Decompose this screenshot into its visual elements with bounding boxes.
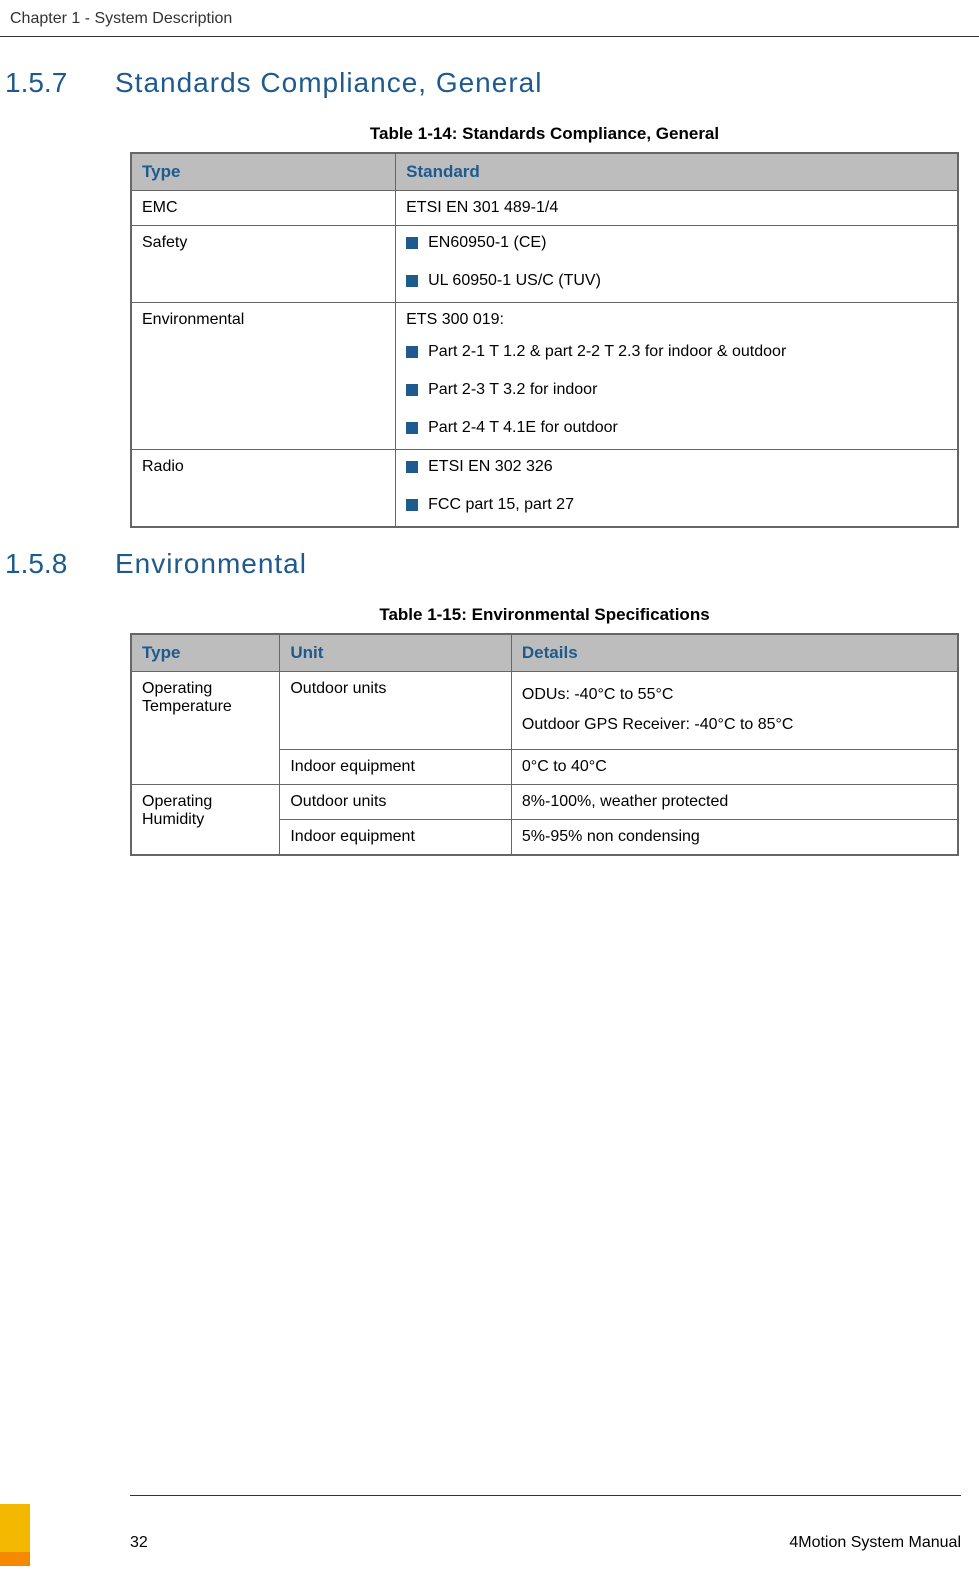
detail-line: Outdoor GPS Receiver: -40°C to 85°C (522, 710, 947, 740)
section-title: Standards Compliance, General (115, 67, 542, 99)
cell-unit: Outdoor units (280, 784, 512, 819)
cell-details: 8%-100%, weather protected (511, 784, 958, 819)
list-item: Part 2-4 T 4.1E for outdoor (406, 419, 947, 437)
cell-unit: Outdoor units (280, 672, 512, 750)
footer-rule (130, 1495, 961, 1496)
section-heading-158: 1.5.8 Environmental (0, 548, 959, 580)
table-row: Type Standard (131, 153, 958, 191)
cell-standard: EN60950-1 (CE) UL 60950-1 US/C (TUV) (396, 226, 958, 303)
list-item: Part 2-1 T 1.2 & part 2-2 T 2.3 for indo… (406, 343, 947, 361)
chapter-title: Chapter 1 - System Description (10, 10, 959, 28)
orange-accent (0, 1552, 30, 1566)
intro-text: ETS 300 019: (406, 311, 947, 329)
manual-name: 4Motion System Manual (789, 1534, 961, 1566)
cell-standard: ETSI EN 301 489-1/4 (396, 191, 958, 226)
table-header-details: Details (511, 634, 958, 672)
cell-type: EMC (131, 191, 396, 226)
table-row: Operating Humidity Outdoor units 8%-100%… (131, 784, 958, 819)
cell-type: Operating Humidity (131, 784, 280, 855)
table-row: Environmental ETS 300 019: Part 2-1 T 1.… (131, 303, 958, 450)
table-15: Type Unit Details Operating Temperature … (130, 633, 959, 856)
section-title: Environmental (115, 548, 307, 580)
cell-details: ODUs: -40°C to 55°C Outdoor GPS Receiver… (511, 672, 958, 750)
cell-details: 0°C to 40°C (511, 749, 958, 784)
cell-details: 5%-95% non condensing (511, 819, 958, 855)
table-header-type: Type (131, 153, 396, 191)
table-row: Safety EN60950-1 (CE) UL 60950-1 US/C (T… (131, 226, 958, 303)
cell-unit: Indoor equipment (280, 819, 512, 855)
section-number: 1.5.7 (0, 67, 115, 99)
cell-type: Environmental (131, 303, 396, 450)
list-item: UL 60950-1 US/C (TUV) (406, 272, 947, 290)
list-item: FCC part 15, part 27 (406, 496, 947, 514)
page-header: Chapter 1 - System Description (0, 0, 979, 37)
page-number: 32 (130, 1534, 148, 1566)
table-row: Type Unit Details (131, 634, 958, 672)
table-header-type: Type (131, 634, 280, 672)
table-14-wrapper: Table 1-14: Standards Compliance, Genera… (130, 124, 959, 528)
table-15-wrapper: Table 1-15: Environmental Specifications… (130, 605, 959, 856)
cell-type: Safety (131, 226, 396, 303)
detail-line: ODUs: -40°C to 55°C (522, 680, 947, 710)
section-heading-157: 1.5.7 Standards Compliance, General (0, 67, 959, 99)
table-14: Type Standard EMC ETSI EN 301 489-1/4 Sa… (130, 152, 959, 528)
table-15-caption: Table 1-15: Environmental Specifications (130, 605, 959, 625)
table-row: Operating Temperature Outdoor units ODUs… (131, 672, 958, 750)
cell-type: Radio (131, 450, 396, 528)
bullet-list: Part 2-1 T 1.2 & part 2-2 T 2.3 for indo… (406, 343, 947, 437)
table-row: Radio ETSI EN 302 326 FCC part 15, part … (131, 450, 958, 528)
table-row: EMC ETSI EN 301 489-1/4 (131, 191, 958, 226)
list-item: EN60950-1 (CE) (406, 234, 947, 252)
table-14-caption: Table 1-14: Standards Compliance, Genera… (130, 124, 959, 144)
cell-standard: ETS 300 019: Part 2-1 T 1.2 & part 2-2 T… (396, 303, 958, 450)
table-header-unit: Unit (280, 634, 512, 672)
table-header-standard: Standard (396, 153, 958, 191)
page-content: 1.5.7 Standards Compliance, General Tabl… (0, 67, 979, 856)
list-item: Part 2-3 T 3.2 for indoor (406, 381, 947, 399)
footer-color-accent (0, 1504, 30, 1566)
cell-type: Operating Temperature (131, 672, 280, 785)
cell-unit: Indoor equipment (280, 749, 512, 784)
footer-content: 32 4Motion System Manual (0, 1504, 979, 1566)
list-item: ETSI EN 302 326 (406, 458, 947, 476)
bullet-list: EN60950-1 (CE) UL 60950-1 US/C (TUV) (406, 234, 947, 290)
yellow-accent (0, 1504, 30, 1552)
cell-standard: ETSI EN 302 326 FCC part 15, part 27 (396, 450, 958, 528)
section-number: 1.5.8 (0, 548, 115, 580)
page-footer: 32 4Motion System Manual (0, 1495, 979, 1566)
bullet-list: ETSI EN 302 326 FCC part 15, part 27 (406, 458, 947, 514)
footer-left: 32 (0, 1504, 148, 1566)
